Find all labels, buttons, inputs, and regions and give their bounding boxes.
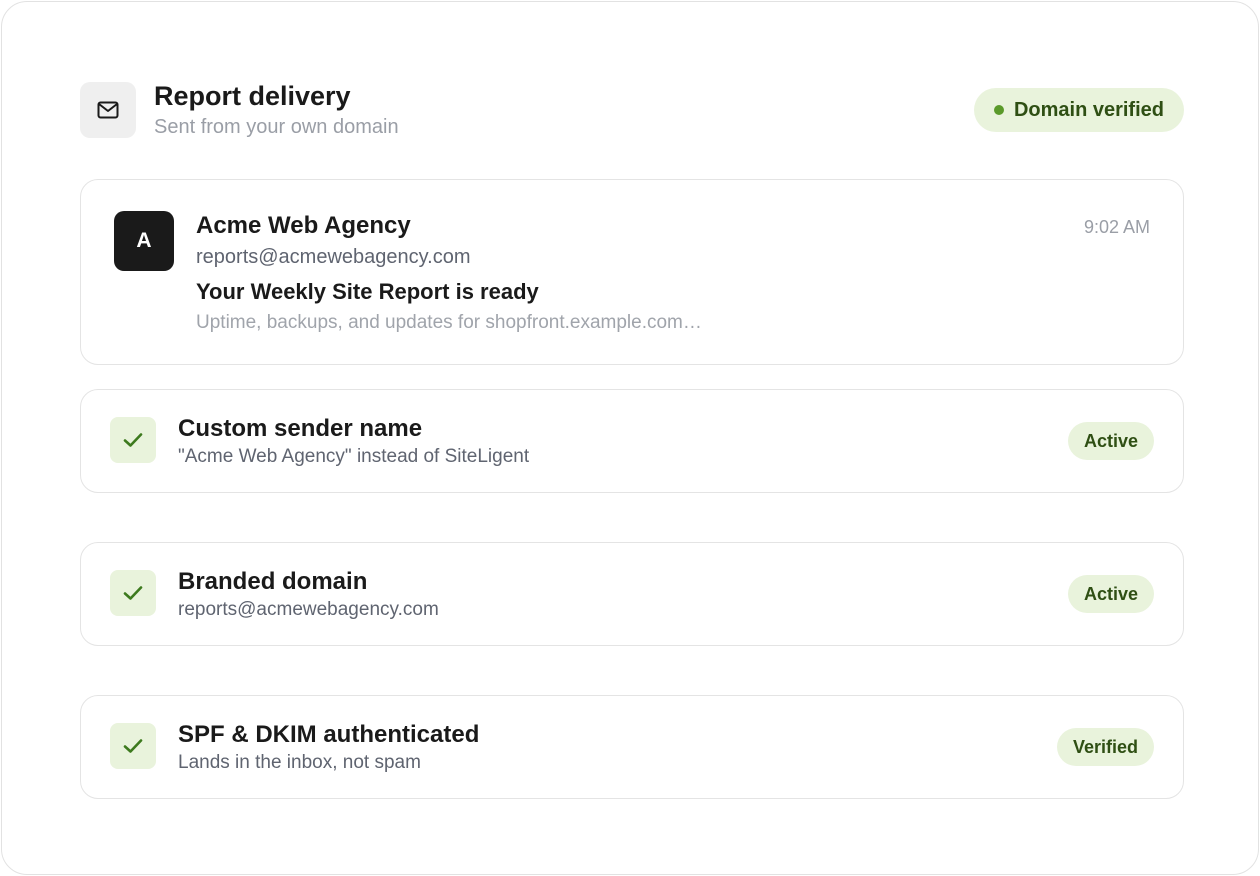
status-badge: Active bbox=[1067, 575, 1154, 613]
domain-verified-label: Domain verified bbox=[1013, 98, 1164, 121]
email-preview-text: Uptime, backups, and updates for shopfro… bbox=[196, 312, 702, 333]
feature-description: reports@acmewebagency.com bbox=[178, 599, 439, 620]
email-time: 9:02 AM bbox=[1083, 217, 1150, 237]
report-delivery-panel: Report delivery Sent from your own domai… bbox=[1, 1, 1259, 875]
feature-title: SPF & DKIM authenticated bbox=[178, 721, 480, 748]
feature-description: Lands in the inbox, not spam bbox=[178, 752, 421, 773]
panel-header: Report delivery Sent from your own domai… bbox=[80, 82, 1184, 138]
feature-custom-sender-name: Custom sender name "Acme Web Agency" ins… bbox=[80, 389, 1184, 493]
sender-email: reports@acmewebagency.com bbox=[196, 246, 471, 268]
page-title: Report delivery bbox=[154, 81, 351, 111]
check-icon bbox=[110, 723, 156, 769]
feature-description: "Acme Web Agency" instead of SiteLigent bbox=[178, 446, 530, 467]
page-subtitle: Sent from your own domain bbox=[154, 116, 399, 138]
mail-icon bbox=[80, 82, 136, 138]
domain-verified-badge: Domain verified bbox=[973, 88, 1184, 132]
check-icon bbox=[110, 417, 156, 463]
feature-title: Custom sender name bbox=[178, 415, 423, 442]
feature-branded-domain: Branded domain reports@acmewebagency.com… bbox=[80, 542, 1184, 646]
status-badge: Active bbox=[1067, 422, 1154, 460]
feature-title: Branded domain bbox=[178, 568, 368, 595]
email-subject: Your Weekly Site Report is ready bbox=[196, 279, 539, 304]
email-preview-card[interactable]: A Acme Web Agency reports@acmewebagency.… bbox=[80, 179, 1184, 365]
feature-spf-dkim: SPF & DKIM authenticated Lands in the in… bbox=[80, 695, 1184, 799]
status-badge: Verified bbox=[1056, 728, 1154, 766]
status-dot-icon bbox=[993, 105, 1004, 115]
check-icon bbox=[110, 570, 156, 616]
sender-name: Acme Web Agency bbox=[196, 212, 411, 239]
sender-avatar: A bbox=[114, 211, 174, 271]
